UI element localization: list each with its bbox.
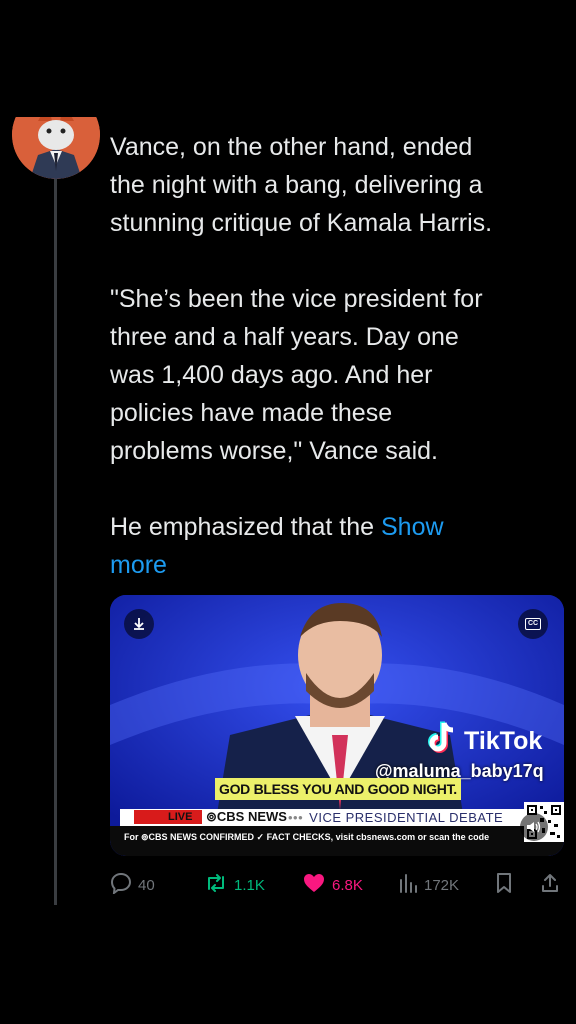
download-icon[interactable] xyxy=(124,609,154,639)
tiktok-brand-text: TikTok xyxy=(464,727,543,755)
tweet-body: Vance, on the other hand, ended the nigh… xyxy=(110,128,560,622)
fox-avatar-image xyxy=(12,117,100,179)
ticker-dots: ••• xyxy=(288,810,304,825)
video-caption: GOD BLESS YOU AND GOOD NIGHT. xyxy=(215,778,461,800)
views-button[interactable]: 172K xyxy=(398,872,459,898)
tweet-paragraph-text: He emphasized that the xyxy=(110,513,381,541)
network-logo: ⊚CBS NEWS xyxy=(206,809,287,824)
program-name: VICE PRESIDENTIAL DEBATE xyxy=(309,810,504,825)
captions-icon[interactable]: CC xyxy=(518,609,548,639)
like-count: 6.8K xyxy=(332,876,363,894)
share-button[interactable] xyxy=(540,872,560,898)
fact-check-bar: For ⊚CBS NEWS CONFIRMED ✓ FACT CHECKS, v… xyxy=(110,826,564,856)
tiktok-watermark: TikTok xyxy=(428,721,542,762)
bookmark-icon xyxy=(494,872,514,898)
program-title: ••• VICE PRESIDENTIAL DEBATE xyxy=(288,810,503,825)
fact-check-text: For ⊚CBS NEWS CONFIRMED ✓ FACT CHECKS, v… xyxy=(124,832,490,842)
tweet-paragraph: "She’s been the vice president for three… xyxy=(110,285,483,465)
live-badge: LIVE xyxy=(134,810,203,824)
like-button[interactable]: 6.8K xyxy=(302,872,363,898)
repost-button[interactable]: 1.1K xyxy=(204,872,265,898)
avatar[interactable] xyxy=(12,117,100,179)
tweet-paragraph-truncated: He emphasized that the Show more xyxy=(110,508,560,584)
bookmark-button[interactable] xyxy=(494,872,514,898)
repost-count: 1.1K xyxy=(234,876,265,894)
analytics-icon xyxy=(398,872,418,898)
reply-button[interactable]: 40 xyxy=(110,872,155,898)
tweet-actions: 40 1.1K 6.8K 172K xyxy=(110,872,570,898)
thread-line xyxy=(54,178,57,905)
news-ticker: LIVE ⊚CBS NEWS ••• VICE PRESIDENTIAL DEBA… xyxy=(120,809,524,826)
share-icon xyxy=(540,872,560,898)
tiktok-logo-icon xyxy=(428,721,458,762)
repost-icon xyxy=(204,872,228,898)
video-player[interactable]: CC TikTok @maluma_baby17q GOD BLESS YOU … xyxy=(110,595,564,856)
volume-icon[interactable] xyxy=(520,813,548,841)
heart-icon xyxy=(302,872,326,898)
reply-icon xyxy=(110,872,132,898)
tweet-paragraph: Vance, on the other hand, ended the nigh… xyxy=(110,133,493,237)
reply-count: 40 xyxy=(138,876,155,894)
views-count: 172K xyxy=(424,876,460,894)
